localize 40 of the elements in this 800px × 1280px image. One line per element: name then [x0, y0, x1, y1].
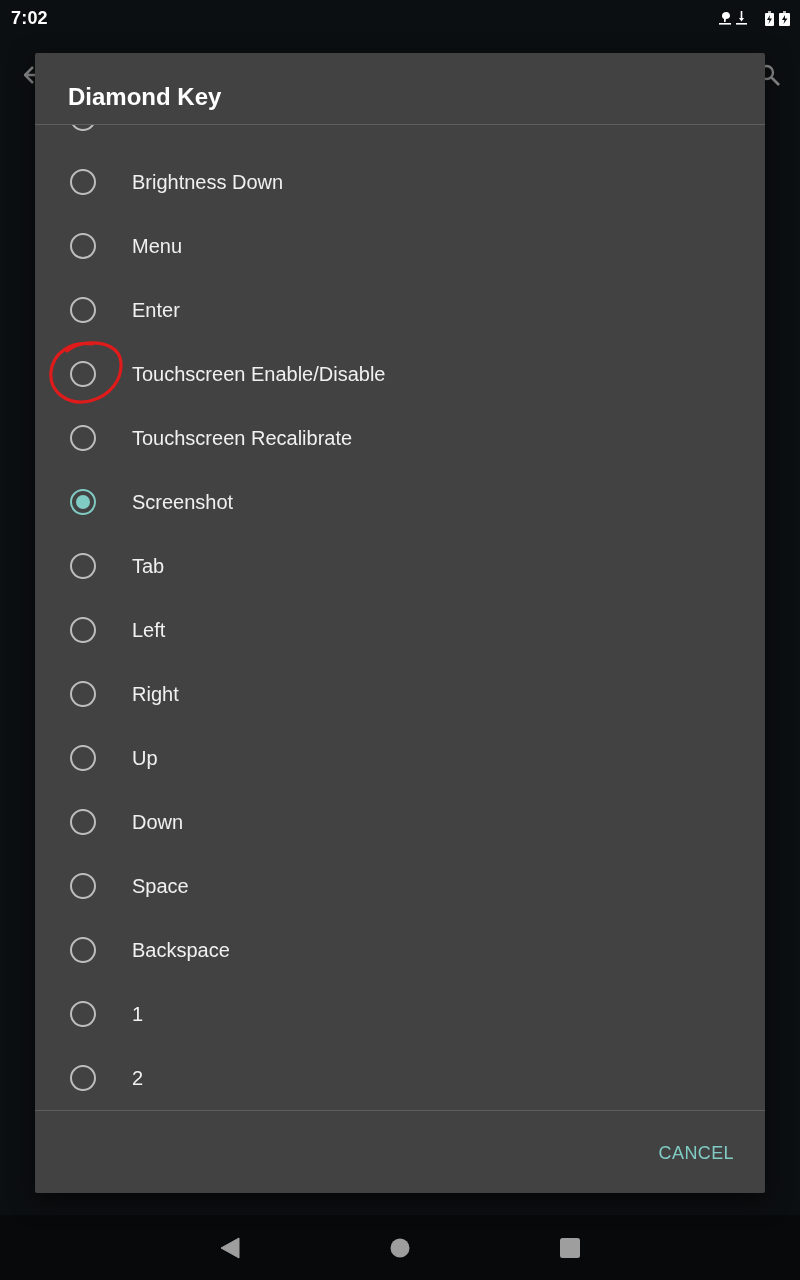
- radio-button[interactable]: [70, 425, 96, 451]
- radio-button[interactable]: [70, 617, 96, 643]
- battery-charging-icon: [779, 10, 790, 26]
- radio-button[interactable]: [70, 1065, 96, 1091]
- radio-button[interactable]: [70, 553, 96, 579]
- home-icon[interactable]: [390, 1237, 410, 1258]
- option-label[interactable]: Up: [132, 746, 158, 770]
- radio-button[interactable]: [70, 233, 96, 259]
- radio-button[interactable]: [70, 681, 96, 707]
- battery-charging-icon: [765, 10, 774, 26]
- option-label[interactable]: Down: [132, 810, 184, 834]
- option-label[interactable]: Right: [132, 682, 179, 706]
- back-icon[interactable]: [220, 1236, 240, 1259]
- option-label[interactable]: Enter: [132, 298, 180, 322]
- option-label[interactable]: 2: [132, 1066, 144, 1090]
- dialog-title: Diamond Key: [68, 83, 222, 111]
- option-label[interactable]: Backspace: [132, 938, 230, 962]
- download-icon: [736, 11, 747, 25]
- option-label[interactable]: Screenshot: [132, 490, 234, 514]
- radio-button[interactable]: [70, 745, 96, 771]
- radio-button[interactable]: [70, 1001, 96, 1027]
- radio-button[interactable]: [70, 809, 96, 835]
- option-label[interactable]: Space: [132, 874, 189, 898]
- clock-time: 7:02: [11, 7, 48, 29]
- radio-button[interactable]: [70, 489, 96, 515]
- radio-button[interactable]: [70, 873, 96, 899]
- option-label[interactable]: Brightness Down: [132, 170, 284, 194]
- cancel-button[interactable]: CANCEL: [650, 1134, 742, 1172]
- option-label[interactable]: Touchscreen Enable/Disable: [132, 362, 386, 386]
- tree-icon: [719, 11, 731, 25]
- recents-icon[interactable]: [560, 1237, 580, 1258]
- radio-button[interactable]: [70, 297, 96, 323]
- radio-button[interactable]: [70, 361, 96, 387]
- radio-button[interactable]: [70, 937, 96, 963]
- radio-button[interactable]: [70, 169, 96, 195]
- option-label[interactable]: 1: [132, 1002, 144, 1026]
- option-label[interactable]: Touchscreen Recalibrate: [132, 426, 353, 450]
- option-label[interactable]: Left: [132, 618, 166, 642]
- option-label[interactable]: Tab: [132, 554, 165, 578]
- option-label[interactable]: Menu: [132, 234, 183, 258]
